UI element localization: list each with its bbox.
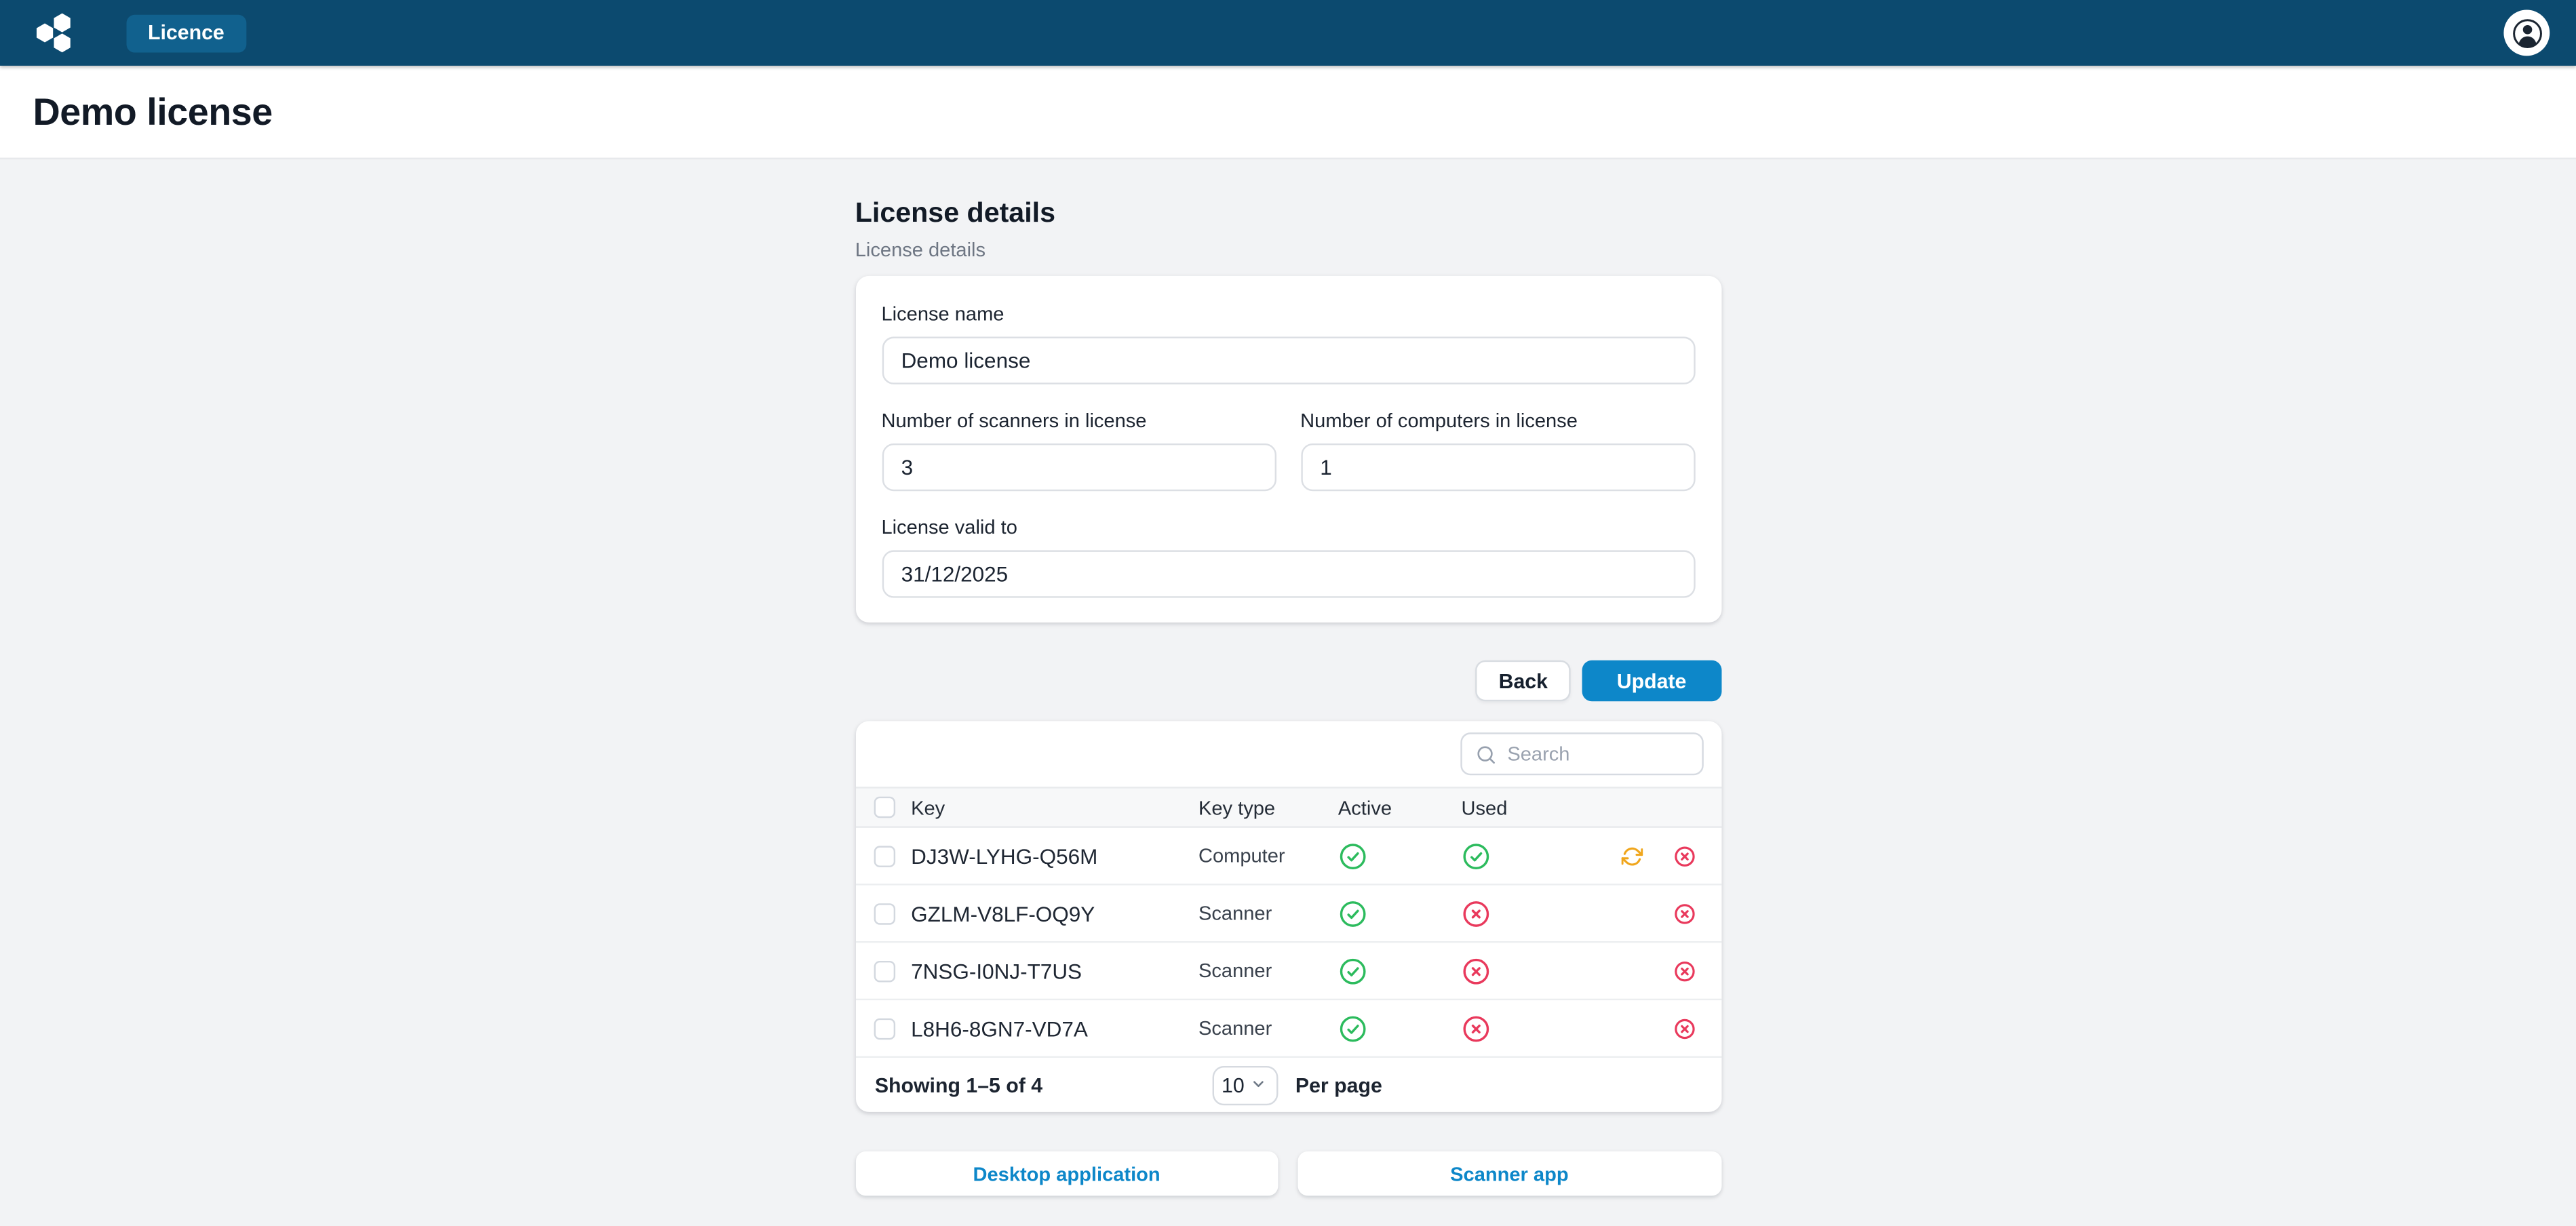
search-input[interactable] xyxy=(1462,734,1702,774)
key-value: DJ3W-LYHG-Q56M xyxy=(911,844,1198,868)
refresh-key-icon[interactable] xyxy=(1620,845,1641,866)
delete-key-icon[interactable] xyxy=(1673,1018,1694,1039)
computers-field-group: Number of computers in license xyxy=(1300,409,1694,491)
search-box xyxy=(1460,732,1702,775)
column-header-key-type: Key type xyxy=(1198,796,1338,819)
license-name-field-group: License name xyxy=(882,302,1695,384)
row-checkbox[interactable] xyxy=(873,903,894,924)
valid-to-label: License valid to xyxy=(882,516,1695,539)
table-row: 7NSG-I0NJ-T7US Scanner xyxy=(855,943,1721,1000)
section-subtitle: License details xyxy=(855,238,1721,261)
valid-to-input[interactable] xyxy=(882,550,1695,597)
computers-input[interactable] xyxy=(1300,443,1694,491)
license-table-body: DJ3W-LYHG-Q56M Computer GZLM-V8LF-OQ9Y S… xyxy=(855,828,1721,1058)
key-type-value: Scanner xyxy=(1198,902,1338,925)
used-status-icon xyxy=(1462,1014,1601,1042)
brand-logo xyxy=(33,12,80,54)
page-header: Demo license xyxy=(0,66,2576,159)
computers-label: Number of computers in license xyxy=(1300,409,1694,432)
used-status-icon xyxy=(1462,899,1601,927)
delete-key-icon[interactable] xyxy=(1673,903,1694,924)
license-details-card: License name Number of scanners in licen… xyxy=(855,276,1721,622)
user-avatar-icon xyxy=(2510,16,2544,50)
active-status-icon xyxy=(1338,899,1462,927)
scanners-input[interactable] xyxy=(882,443,1276,491)
active-status-icon xyxy=(1338,1014,1462,1042)
table-row: GZLM-V8LF-OQ9Y Scanner xyxy=(855,886,1721,943)
key-type-value: Scanner xyxy=(1198,1016,1338,1040)
active-status-icon xyxy=(1338,957,1462,985)
per-page-value: 10 xyxy=(1222,1073,1245,1096)
delete-key-icon[interactable] xyxy=(1673,960,1694,981)
section-heading: License details License details xyxy=(855,197,1721,261)
row-checkbox[interactable] xyxy=(873,1018,894,1039)
table-header-row: Key Key type Active Used xyxy=(855,787,1721,828)
scanners-field-group: Number of scanners in license xyxy=(882,409,1276,491)
select-all-checkbox[interactable] xyxy=(873,797,894,818)
scanners-label: Number of scanners in license xyxy=(882,409,1276,432)
chevron-down-icon xyxy=(1251,1073,1267,1096)
form-actions: Back Update xyxy=(855,660,1721,702)
page-title: Demo license xyxy=(33,90,272,134)
hexagon-cluster-icon xyxy=(33,12,80,54)
key-value: 7NSG-I0NJ-T7US xyxy=(911,958,1198,983)
key-type-value: Scanner xyxy=(1198,960,1338,983)
column-header-used: Used xyxy=(1462,796,1601,819)
nav-item-licence[interactable]: Licence xyxy=(127,14,246,52)
back-button[interactable]: Back xyxy=(1476,660,1571,702)
scanner-app-button[interactable]: Scanner app xyxy=(1298,1151,1721,1195)
per-page-select[interactable]: 10 xyxy=(1211,1065,1277,1105)
update-button[interactable]: Update xyxy=(1582,660,1721,702)
column-header-key: Key xyxy=(911,796,1198,819)
row-checkbox[interactable] xyxy=(873,845,894,866)
table-toolbar xyxy=(855,721,1721,787)
used-status-icon xyxy=(1462,842,1601,869)
key-type-value: Computer xyxy=(1198,844,1338,867)
showing-results-text: Showing 1–5 of 4 xyxy=(875,1073,1212,1096)
key-value: GZLM-V8LF-OQ9Y xyxy=(911,901,1198,926)
user-avatar-button[interactable] xyxy=(2503,10,2550,56)
table-row: DJ3W-LYHG-Q56M Computer xyxy=(855,828,1721,886)
delete-key-icon[interactable] xyxy=(1673,845,1694,866)
license-name-input[interactable] xyxy=(882,337,1695,384)
table-footer: Showing 1–5 of 4 10 Per page xyxy=(855,1058,1721,1112)
top-navbar: Licence xyxy=(0,0,2576,66)
active-status-icon xyxy=(1338,842,1462,869)
per-page-label: Per page xyxy=(1295,1073,1382,1096)
app-viewport: Licence Demo license License details Lic… xyxy=(0,0,2576,1226)
desktop-application-button[interactable]: Desktop application xyxy=(855,1151,1279,1195)
key-value: L8H6-8GN7-VD7A xyxy=(911,1016,1198,1040)
used-status-icon xyxy=(1462,957,1601,985)
bottom-links: Desktop application Scanner app xyxy=(855,1151,1721,1195)
section-title: License details xyxy=(855,197,1721,230)
license-keys-card: Key Key type Active Used DJ3W-LYHG-Q56M … xyxy=(855,721,1721,1111)
table-row: L8H6-8GN7-VD7A Scanner xyxy=(855,1000,1721,1058)
main-content: License details License details License … xyxy=(0,159,2576,1195)
license-name-label: License name xyxy=(882,302,1695,325)
column-header-active: Active xyxy=(1338,796,1462,819)
valid-to-field-group: License valid to xyxy=(882,516,1695,598)
row-checkbox[interactable] xyxy=(873,960,894,981)
